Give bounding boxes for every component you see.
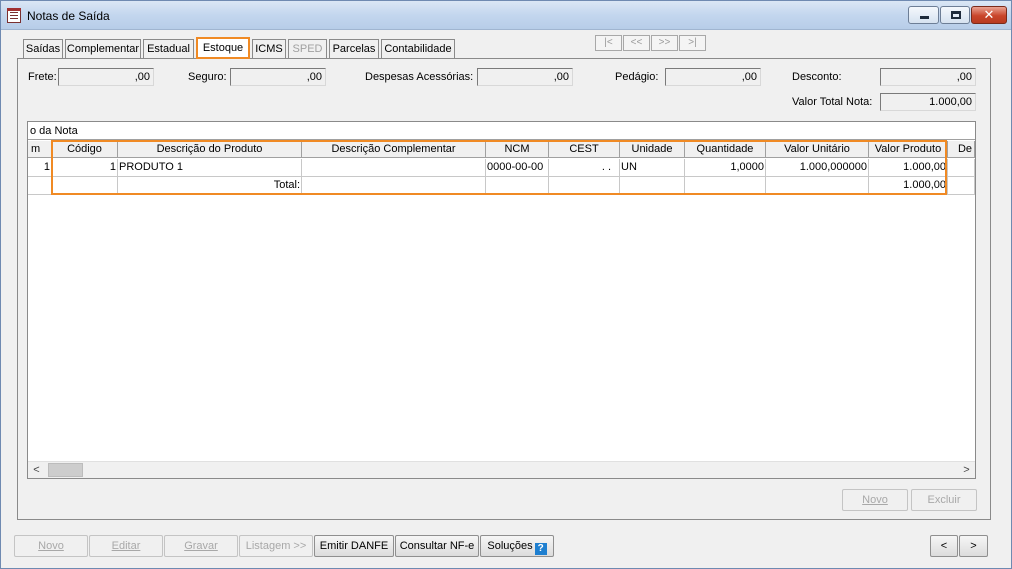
minimize-icon xyxy=(920,16,929,19)
desconto-label: Desconto: xyxy=(792,71,842,83)
cell-item[interactable]: 1 xyxy=(28,159,52,177)
editar-button[interactable]: Editar xyxy=(89,535,163,557)
cell-valor-unitario[interactable]: 1.000,000000 xyxy=(766,159,869,177)
valor-total-nota-label: Valor Total Nota: xyxy=(792,96,873,108)
cell-ncm[interactable]: 0000-00-00 xyxy=(486,159,549,177)
grid-novo-button[interactable]: Novo xyxy=(842,489,908,511)
seguro-label: Seguro: xyxy=(188,71,227,83)
previous-button[interactable]: < xyxy=(930,535,958,557)
close-button[interactable]: ✕ xyxy=(971,6,1007,24)
cell-desconto[interactable] xyxy=(948,159,975,177)
previous-record-button[interactable]: << xyxy=(623,35,650,51)
column-header-desconto[interactable]: De xyxy=(948,141,975,158)
frete-field[interactable]: ,00 xyxy=(58,68,154,86)
help-icon: ? xyxy=(534,543,547,555)
solucoes-button[interactable]: Soluções? xyxy=(480,535,554,557)
desconto-field[interactable]: ,00 xyxy=(880,68,976,86)
valor-total-nota-field: 1.000,00 xyxy=(880,93,976,111)
close-icon: ✕ xyxy=(983,7,995,22)
cell-descricao-complementar[interactable] xyxy=(302,159,486,177)
maximize-button[interactable] xyxy=(940,6,970,24)
tab-contabilidade[interactable]: Contabilidade xyxy=(381,39,455,59)
minimize-button[interactable] xyxy=(908,6,939,24)
items-grid[interactable]: o da Nota m Código Descrição do Produto … xyxy=(27,121,976,479)
column-header-item[interactable]: m xyxy=(28,141,52,158)
despesas-acessorias-label: Despesas Acessórias: xyxy=(365,71,474,83)
consultar-nfe-button[interactable]: Consultar NF-e xyxy=(395,535,479,557)
cell-valor-produto[interactable]: 1.000,00 xyxy=(869,159,948,177)
tab-saidas[interactable]: Saídas xyxy=(23,39,63,59)
tab-estadual[interactable]: Estadual xyxy=(143,39,194,59)
total-row-complementar xyxy=(302,177,486,195)
total-row-unidade xyxy=(620,177,685,195)
cell-codigo[interactable]: 1 xyxy=(52,159,118,177)
column-header-ncm[interactable]: NCM xyxy=(486,141,549,158)
total-row-item xyxy=(28,177,52,195)
total-row-desconto xyxy=(948,177,975,195)
title-bar[interactable]: Notas de Saída ✕ xyxy=(1,1,1011,30)
column-header-descricao-complementar[interactable]: Descrição Complementar xyxy=(302,141,486,158)
first-record-button[interactable]: |< xyxy=(595,35,622,51)
pedagio-label: Pedágio: xyxy=(615,71,659,83)
window-title: Notas de Saída xyxy=(27,9,110,23)
column-header-codigo[interactable]: Código xyxy=(52,141,118,158)
tab-estoque[interactable]: Estoque xyxy=(196,37,250,59)
scroll-right-icon[interactable]: > xyxy=(958,462,975,478)
next-button[interactable]: > xyxy=(959,535,988,557)
despesas-acessorias-field[interactable]: ,00 xyxy=(477,68,573,86)
column-header-quantidade[interactable]: Quantidade xyxy=(685,141,766,158)
total-value: 1.000,00 xyxy=(869,177,948,195)
novo-button[interactable]: Novo xyxy=(14,535,88,557)
listagem-button[interactable]: Listagem >> xyxy=(239,535,313,557)
total-row-cest xyxy=(549,177,620,195)
last-record-button[interactable]: >| xyxy=(679,35,706,51)
tab-sped: SPED xyxy=(288,39,327,59)
gravar-button[interactable]: Gravar xyxy=(164,535,238,557)
grid-excluir-button[interactable]: Excluir xyxy=(911,489,977,511)
column-header-cest[interactable]: CEST xyxy=(549,141,620,158)
column-header-valor-unitario[interactable]: Valor Unitário xyxy=(766,141,869,158)
maximize-icon xyxy=(951,11,961,19)
next-record-button[interactable]: >> xyxy=(651,35,678,51)
total-row-quantidade xyxy=(685,177,766,195)
tab-icms[interactable]: ICMS xyxy=(252,39,286,59)
column-header-descricao-produto[interactable]: Descrição do Produto xyxy=(118,141,302,158)
horizontal-scrollbar[interactable]: < > xyxy=(28,461,975,478)
column-header-unidade[interactable]: Unidade xyxy=(620,141,685,158)
tab-complementar[interactable]: Complementar xyxy=(65,39,141,59)
total-row-codigo xyxy=(52,177,118,195)
cell-descricao-produto[interactable]: PRODUTO 1 xyxy=(118,159,302,177)
frete-label: Frete: xyxy=(28,71,57,83)
seguro-field[interactable]: ,00 xyxy=(230,68,326,86)
total-label: Total: xyxy=(118,177,302,195)
grid-caption: o da Nota xyxy=(28,122,975,140)
pedagio-field[interactable]: ,00 xyxy=(665,68,761,86)
cell-quantidade[interactable]: 1,0000 xyxy=(685,159,766,177)
scroll-left-icon[interactable]: < xyxy=(28,462,45,478)
app-document-icon xyxy=(7,8,21,23)
cell-cest[interactable]: . . xyxy=(549,159,620,177)
total-row-valor-unitario xyxy=(766,177,869,195)
tab-parcelas[interactable]: Parcelas xyxy=(329,39,379,59)
emitir-danfe-button[interactable]: Emitir DANFE xyxy=(314,535,394,557)
total-row-ncm xyxy=(486,177,549,195)
cell-unidade[interactable]: UN xyxy=(620,159,685,177)
notas-de-saida-window: Notas de Saída ✕ |< << >> >| Saídas Comp… xyxy=(0,0,1012,569)
column-header-valor-produto[interactable]: Valor Produto xyxy=(869,141,948,158)
scroll-thumb[interactable] xyxy=(48,463,83,477)
